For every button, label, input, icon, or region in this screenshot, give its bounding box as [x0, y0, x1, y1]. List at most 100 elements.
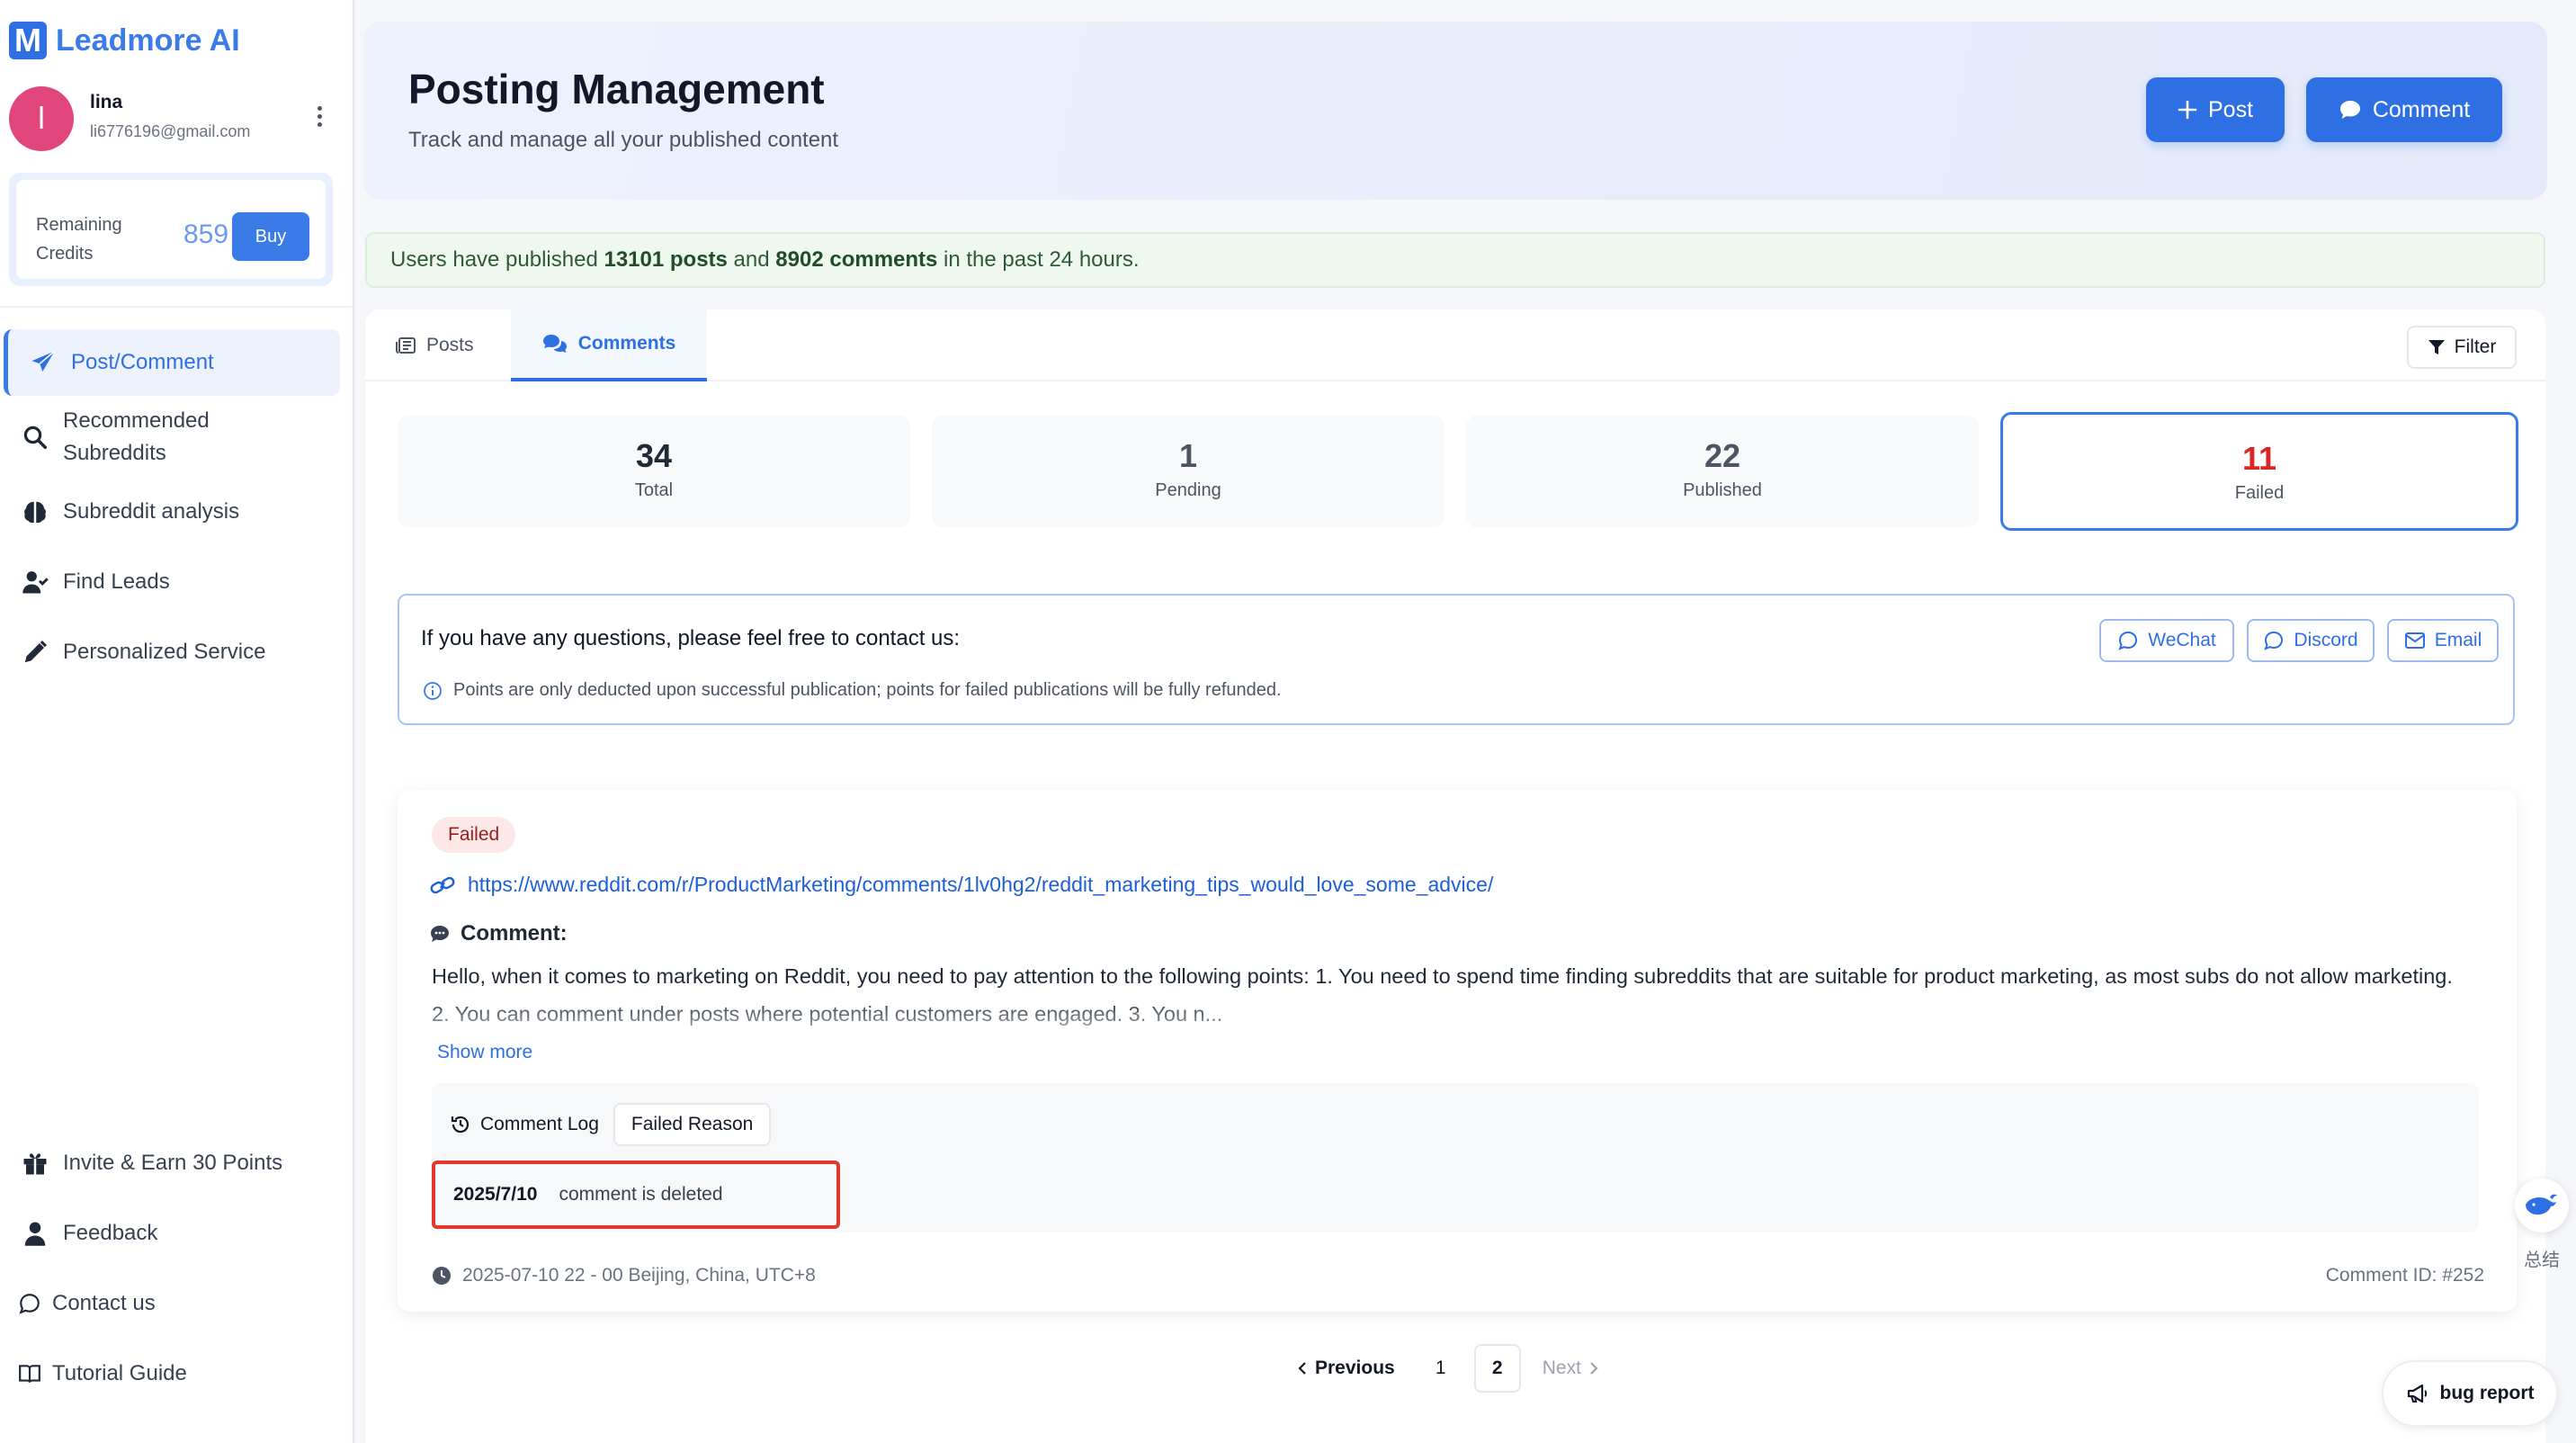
summary-widget[interactable]: 总结 — [2513, 1179, 2571, 1290]
comment-timestamp: 2025-07-10 22 - 00 Beijing, China, UTC+8 — [432, 1265, 816, 1286]
user-icon — [24, 1222, 46, 1246]
tab-label: Comment Log — [480, 1114, 599, 1134]
sidebar-item-post-comment[interactable]: Post/Comment — [4, 329, 340, 396]
chat-bubble-icon — [2118, 631, 2138, 650]
content-tabs: Posts Comments Filter — [365, 309, 2545, 381]
page-2-button[interactable]: 2 — [1473, 1344, 1521, 1393]
stat-label: Total — [634, 480, 674, 500]
previous-label: Previous — [1315, 1358, 1395, 1378]
sidebar-item-contact-us[interactable]: Contact us — [4, 1270, 340, 1337]
tab-comments[interactable]: Comments — [511, 309, 707, 381]
previous-page-button[interactable]: Previous — [1284, 1344, 1408, 1393]
new-comment-label: Comment — [2372, 96, 2471, 122]
discord-button[interactable]: Discord — [2247, 619, 2375, 662]
chevron-left-icon — [1298, 1362, 1306, 1375]
stat-value: 22 — [1704, 437, 1741, 474]
show-more-link[interactable]: Show more — [437, 1042, 532, 1063]
page-1-button[interactable]: 1 — [1417, 1344, 1465, 1393]
app-logo[interactable]: M Leadmore AI — [9, 22, 240, 59]
reddit-link-text: https://www.reddit.com/r/ProductMarketin… — [468, 873, 1494, 896]
notice-text: and — [727, 247, 776, 272]
stat-failed[interactable]: 11 Failed — [2000, 412, 2518, 531]
sidebar-item-label: Find Leads — [63, 569, 170, 594]
status-badge: Failed — [432, 817, 516, 853]
log-entry: 2025/7/10 comment is deleted — [432, 1161, 840, 1229]
contact-note-text: Points are only deducted upon successful… — [453, 680, 1282, 700]
credits-panel: Remaining Credits 859 Buy — [9, 173, 333, 286]
comment-log-panel: Comment Log Failed Reason 2025/7/10 comm… — [432, 1083, 2479, 1232]
comment-heading: Comment: — [430, 921, 568, 946]
gift-icon — [23, 1153, 47, 1175]
tab-comment-log[interactable]: Comment Log — [450, 1103, 599, 1146]
buy-button[interactable]: Buy — [232, 212, 309, 261]
sidebar: M Leadmore AI l lina li6776196@gmail.com… — [0, 0, 354, 1443]
user-name: lina — [90, 92, 123, 112]
comment-icon — [2339, 101, 2360, 119]
filter-label: Filter — [2454, 336, 2497, 357]
sidebar-item-label: Invite & Earn 30 Points — [63, 1151, 283, 1175]
sidebar-item-invite[interactable]: Invite & Earn 30 Points — [4, 1130, 340, 1197]
avatar[interactable]: l — [9, 86, 74, 151]
pencil-icon — [24, 641, 47, 663]
contact-title: If you have any questions, please feel f… — [421, 626, 961, 650]
sidebar-item-subreddit-analysis[interactable]: Subreddit analysis — [4, 479, 340, 545]
sidebar-item-label: Feedback — [63, 1221, 158, 1245]
sidebar-item-tutorial-guide[interactable]: Tutorial Guide — [4, 1340, 340, 1407]
log-tabs: Comment Log Failed Reason — [450, 1103, 772, 1146]
sidebar-item-label: Personalized Service — [63, 640, 266, 664]
next-page-button[interactable]: Next — [1530, 1344, 1612, 1393]
sidebar-item-label: Contact us — [52, 1291, 156, 1315]
page-subtitle: Track and manage all your published cont… — [408, 128, 839, 152]
whale-icon — [2515, 1179, 2569, 1232]
wechat-button[interactable]: WeChat — [2099, 619, 2234, 662]
book-icon — [19, 1365, 40, 1383]
bug-report-button[interactable]: bug report — [2382, 1360, 2558, 1427]
sidebar-item-label: Subreddit analysis — [63, 499, 240, 524]
page-title: Posting Management — [408, 66, 825, 112]
comments-icon — [542, 335, 567, 353]
log-date: 2025/7/10 — [453, 1184, 538, 1205]
credits-label: Remaining Credits — [36, 215, 122, 264]
contact-note: Points are only deducted upon successful… — [423, 680, 1282, 701]
info-icon — [424, 681, 442, 700]
tab-failed-reason[interactable]: Failed Reason — [613, 1103, 772, 1146]
comment-card: Failed https://www.reddit.com/r/ProductM… — [398, 790, 2517, 1312]
summary-label: 总结 — [2524, 1249, 2560, 1270]
logo-mark-icon: M — [9, 22, 47, 59]
tab-posts[interactable]: Posts — [396, 309, 474, 381]
paper-plane-icon — [31, 350, 55, 372]
discord-label: Discord — [2294, 630, 2358, 650]
stat-published[interactable]: 22 Published — [1466, 416, 1979, 527]
tab-label: Failed Reason — [631, 1114, 754, 1134]
sidebar-item-personalized-service[interactable]: Personalized Service — [4, 619, 340, 686]
search-icon — [23, 426, 47, 449]
sidebar-item-recommended-subreddits[interactable]: Recommended Subreddits — [4, 399, 340, 475]
new-comment-button[interactable]: Comment — [2306, 77, 2502, 142]
filter-button[interactable]: Filter — [2407, 326, 2517, 369]
comment-id: Comment ID: #252 — [2325, 1265, 2484, 1286]
app-name: Leadmore AI — [56, 22, 240, 58]
reddit-link[interactable]: https://www.reddit.com/r/ProductMarketin… — [430, 873, 1493, 897]
stat-value: 1 — [1178, 437, 1198, 474]
sidebar-nav: Post/Comment Recommended Subreddits Subr… — [4, 329, 340, 689]
email-button[interactable]: Email — [2387, 619, 2499, 662]
activity-notice: Users have published 13101 posts and 890… — [365, 232, 2545, 288]
bug-report-label: bug report — [2439, 1383, 2535, 1403]
sidebar-item-feedback[interactable]: Feedback — [4, 1200, 340, 1267]
new-post-button[interactable]: Post — [2146, 77, 2285, 142]
tab-label: Comments — [577, 333, 676, 354]
stat-pending[interactable]: 1 Pending — [932, 416, 1445, 527]
comment-heading-label: Comment: — [461, 921, 568, 946]
plus-icon — [2178, 100, 2197, 120]
content-panel: Posts Comments Filter 34 Total 1 Pending… — [365, 309, 2545, 1443]
user-check-icon — [22, 571, 49, 594]
comment-body: Hello, when it comes to marketing on Red… — [432, 964, 2453, 1026]
sidebar-item-find-leads[interactable]: Find Leads — [4, 549, 340, 615]
stat-value: 11 — [2241, 440, 2277, 477]
pagination: Previous 1 2 Next — [1284, 1344, 1612, 1393]
sidebar-divider — [0, 306, 353, 308]
stat-total[interactable]: 34 Total — [398, 416, 910, 527]
notice-text: Users have published — [390, 247, 604, 272]
wechat-label: WeChat — [2148, 630, 2216, 650]
more-vertical-icon[interactable] — [306, 103, 333, 135]
